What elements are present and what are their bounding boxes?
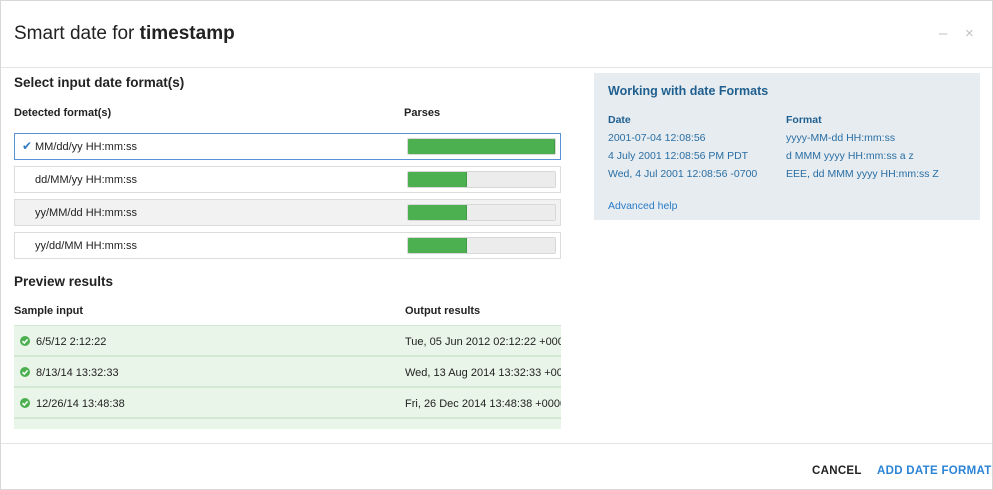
detected-format-header: Detected format(s) <box>14 107 112 119</box>
parse-bar-fill <box>408 205 467 220</box>
sample-input-value: 12/26/14 13:48:38 <box>36 398 125 410</box>
smart-date-dialog: Smart date for timestamp – × Select inpu… <box>0 0 993 490</box>
output-result-value: Wed, 13 Aug 2014 13:32:33 +0000 <box>405 367 561 379</box>
dialog-title-prefix: Smart date for <box>14 23 140 44</box>
parse-bar <box>407 237 556 254</box>
help-date-example: 2001-07-04 12:08:56 <box>608 132 706 144</box>
success-icon <box>20 398 30 408</box>
parse-bar <box>407 171 556 188</box>
help-format-example: yyyy-MM-dd HH:mm:ss <box>786 132 896 144</box>
parse-bar-fill <box>408 172 467 187</box>
help-date-example: 4 July 2001 12:08:56 PM PDT <box>608 150 749 162</box>
date-format-help-panel: Working with date Formats Date Format 20… <box>594 73 980 220</box>
add-date-format-button[interactable]: ADD DATE FORMAT <box>877 465 992 477</box>
input-section-title: Select input date format(s) <box>14 75 185 90</box>
format-row[interactable]: yy/dd/MM HH:mm:ss <box>14 232 561 259</box>
preview-row-partial <box>14 418 561 429</box>
format-row[interactable]: yy/MM/dd HH:mm:ss <box>14 199 561 226</box>
preview-section-title: Preview results <box>14 274 114 289</box>
dialog-header: Smart date for timestamp – × <box>1 1 992 68</box>
parse-bar-fill <box>408 139 555 154</box>
format-label: yy/MM/dd HH:mm:ss <box>35 207 138 219</box>
format-row[interactable]: dd/MM/yy HH:mm:ss <box>14 166 561 193</box>
parse-bar-fill <box>408 238 467 253</box>
cancel-button[interactable]: CANCEL <box>812 465 862 477</box>
dialog-title: Smart date for timestamp <box>14 23 235 45</box>
sample-input-header: Sample input <box>14 305 84 317</box>
format-label: MM/dd/yy HH:mm:ss <box>35 141 138 153</box>
preview-row: 6/5/12 2:12:22 Tue, 05 Jun 2012 02:12:22… <box>14 325 561 356</box>
sample-input-value: 6/5/12 2:12:22 <box>36 336 107 348</box>
success-icon <box>20 336 30 346</box>
parse-bar <box>407 204 556 221</box>
preview-row: 8/13/14 13:32:33 Wed, 13 Aug 2014 13:32:… <box>14 356 561 387</box>
parse-bar <box>407 138 556 155</box>
help-format-example: EEE, dd MMM yyyy HH:mm:ss Z <box>786 168 939 180</box>
dialog-title-column: timestamp <box>139 23 235 44</box>
output-result-value: Fri, 26 Dec 2014 13:48:38 +0000 <box>405 398 561 410</box>
output-result-value: Tue, 05 Jun 2012 02:12:22 +0000 <box>405 336 561 348</box>
dialog-footer: CANCEL ADD DATE FORMAT <box>1 443 992 489</box>
help-date-header: Date <box>608 114 631 126</box>
help-date-example: Wed, 4 Jul 2001 12:08:56 -0700 <box>608 168 758 180</box>
preview-row: 12/26/14 13:48:38 Fri, 26 Dec 2014 13:48… <box>14 387 561 418</box>
format-label: dd/MM/yy HH:mm:ss <box>35 174 138 186</box>
sample-input-value: 8/13/14 13:32:33 <box>36 367 119 379</box>
preview-list[interactable]: 6/5/12 2:12:22 Tue, 05 Jun 2012 02:12:22… <box>14 325 561 429</box>
format-row[interactable]: ✔ MM/dd/yy HH:mm:ss <box>14 133 561 160</box>
advanced-help-link[interactable]: Advanced help <box>608 200 677 212</box>
parses-header: Parses <box>404 107 441 119</box>
help-title: Working with date Formats <box>608 84 769 98</box>
success-icon <box>20 367 30 377</box>
minimize-icon[interactable]: – <box>939 25 947 42</box>
output-results-header: Output results <box>405 305 481 317</box>
help-format-example: d MMM yyyy HH:mm:ss a z <box>786 150 914 162</box>
checkmark-icon: ✔ <box>22 139 33 153</box>
close-icon[interactable]: × <box>965 25 974 42</box>
help-format-header: Format <box>786 114 822 126</box>
format-label: yy/dd/MM HH:mm:ss <box>35 240 138 252</box>
